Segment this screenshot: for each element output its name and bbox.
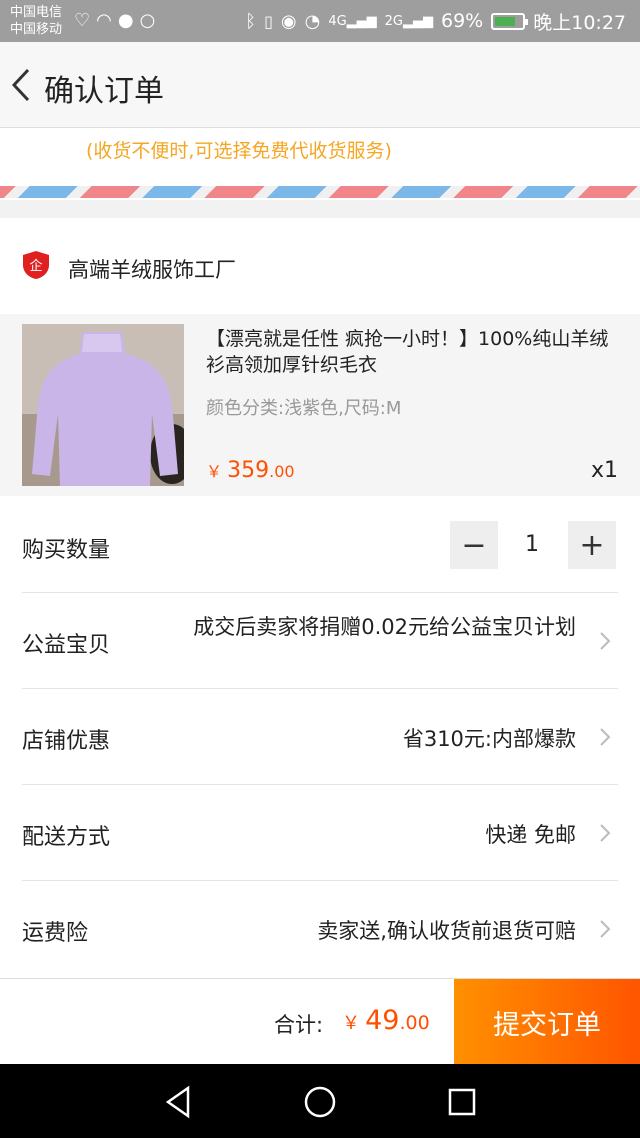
product-sku: 颜色分类:浅紫色,尺码:M: [206, 398, 402, 419]
signal-4g-icon: 4G▂▄▆: [328, 13, 377, 29]
product-price: ￥ 359.00: [206, 458, 295, 483]
carrier-1: 中国电信: [10, 5, 63, 20]
back-arrow-icon[interactable]: [8, 64, 38, 106]
chevron-right-icon: [600, 920, 611, 938]
wifi-icon: ◔: [304, 10, 321, 32]
delivery-hint: (收货不便时,可选择免费代收货服务): [86, 140, 392, 162]
charity-value: 成交后卖家将捐赠0.02元给公益宝贝计划: [193, 615, 576, 639]
shipping-insurance-label: 运费险: [22, 921, 89, 946]
chat-bubble-icon: ●: [117, 10, 134, 31]
heart-rate-icon: ♡: [74, 10, 91, 31]
signal-2g-icon: 2G▂▄▆: [384, 13, 433, 29]
clock: 晚上10:27: [533, 11, 626, 34]
system-status: ᛒ ▯ ◉ ◔ 4G▂▄▆ 2G▂▄▆ 69% 晚上10:27: [245, 0, 626, 42]
product-quantity: x1: [590, 458, 618, 483]
increase-quantity-button[interactable]: +: [568, 521, 616, 569]
enterprise-shop-icon: 企: [23, 251, 49, 279]
shipping-insurance-value: 卖家送,确认收货前退货可赔: [317, 919, 576, 943]
chevron-right-icon: [600, 824, 611, 842]
header: 确认订单: [0, 42, 640, 128]
airmail-border: [0, 186, 640, 198]
home-circle-icon[interactable]: [302, 1084, 338, 1120]
submit-order-button[interactable]: 提交订单: [454, 979, 640, 1065]
status-bar: 中国电信 中国移动 ♡ ◠ ● ○ ᛒ ▯ ◉ ◔ 4G▂▄▆ 2G▂▄▆ 69…: [0, 0, 640, 42]
order-item[interactable]: 【漂亮就是任性 疯抢一小时！】100%纯山羊绒衫高领加厚针织毛衣 颜色分类:浅紫…: [0, 314, 640, 496]
product-image: [22, 324, 184, 486]
headset-icon: ◠: [96, 10, 112, 31]
total-label: 合计:: [274, 1013, 324, 1037]
chevron-right-icon: [600, 632, 611, 650]
chevron-right-icon: [600, 728, 611, 746]
page-title: 确认订单: [44, 74, 164, 109]
charity-row[interactable]: 公益宝贝 成交后卖家将捐赠0.02元给公益宝贝计划: [22, 593, 618, 689]
loading-circle-icon: ○: [139, 10, 156, 31]
shop-name: 高端羊绒服饰工厂: [68, 258, 236, 282]
shop-discount-value: 省310元:内部爆款: [402, 727, 576, 751]
vibrate-icon: ▯: [264, 11, 273, 31]
shop-badge-text: 企: [29, 258, 42, 274]
recents-square-icon[interactable]: [444, 1084, 480, 1120]
notification-icons: ♡ ◠ ● ○: [74, 10, 155, 32]
shipping-value: 快递 免邮: [485, 823, 576, 847]
shipping-insurance-row[interactable]: 运费险 卖家送,确认收货前退货可赔: [22, 881, 618, 978]
navigation-bar: [0, 1064, 640, 1138]
total-price: ￥ 49.00: [342, 1005, 430, 1036]
total-decimal: .00: [399, 1012, 430, 1034]
shop-discount-label: 店铺优惠: [22, 729, 111, 754]
quantity-row: 购买数量 − 1 +: [22, 496, 618, 593]
order-options: 购买数量 − 1 + 公益宝贝 成交后卖家将捐赠0.02元给公益宝贝计划 店铺优…: [0, 496, 640, 978]
shipping-label: 配送方式: [22, 825, 111, 850]
checkout-bar: 合计: ￥ 49.00 提交订单: [0, 978, 640, 1065]
quantity-label: 购买数量: [22, 538, 111, 563]
shop-discount-row[interactable]: 店铺优惠 省310元:内部爆款: [22, 689, 618, 785]
battery-percent: 69%: [441, 10, 484, 32]
price-integer: 359: [227, 458, 270, 483]
charity-label: 公益宝贝: [22, 633, 111, 658]
price-decimal: .00: [269, 462, 295, 481]
price-currency: ￥: [206, 462, 223, 481]
product-title: 【漂亮就是任性 疯抢一小时！】100%纯山羊绒衫高领加厚针织毛衣: [206, 328, 609, 376]
carrier-info: 中国电信 中国移动: [10, 4, 62, 38]
back-triangle-icon[interactable]: [160, 1084, 196, 1120]
shop-row[interactable]: 企 高端羊绒服饰工厂: [0, 218, 640, 314]
quantity-value: 1: [525, 532, 539, 557]
carrier-2: 中国移动: [10, 22, 63, 37]
eye-icon: ◉: [280, 10, 297, 32]
total-integer: 49: [365, 1005, 400, 1036]
total-currency: ￥: [342, 1013, 360, 1034]
shipping-row[interactable]: 配送方式 快递 免邮: [22, 785, 618, 881]
decrease-quantity-button[interactable]: −: [450, 521, 498, 569]
bluetooth-icon: ᛒ: [245, 10, 257, 32]
battery-icon: [491, 12, 529, 30]
